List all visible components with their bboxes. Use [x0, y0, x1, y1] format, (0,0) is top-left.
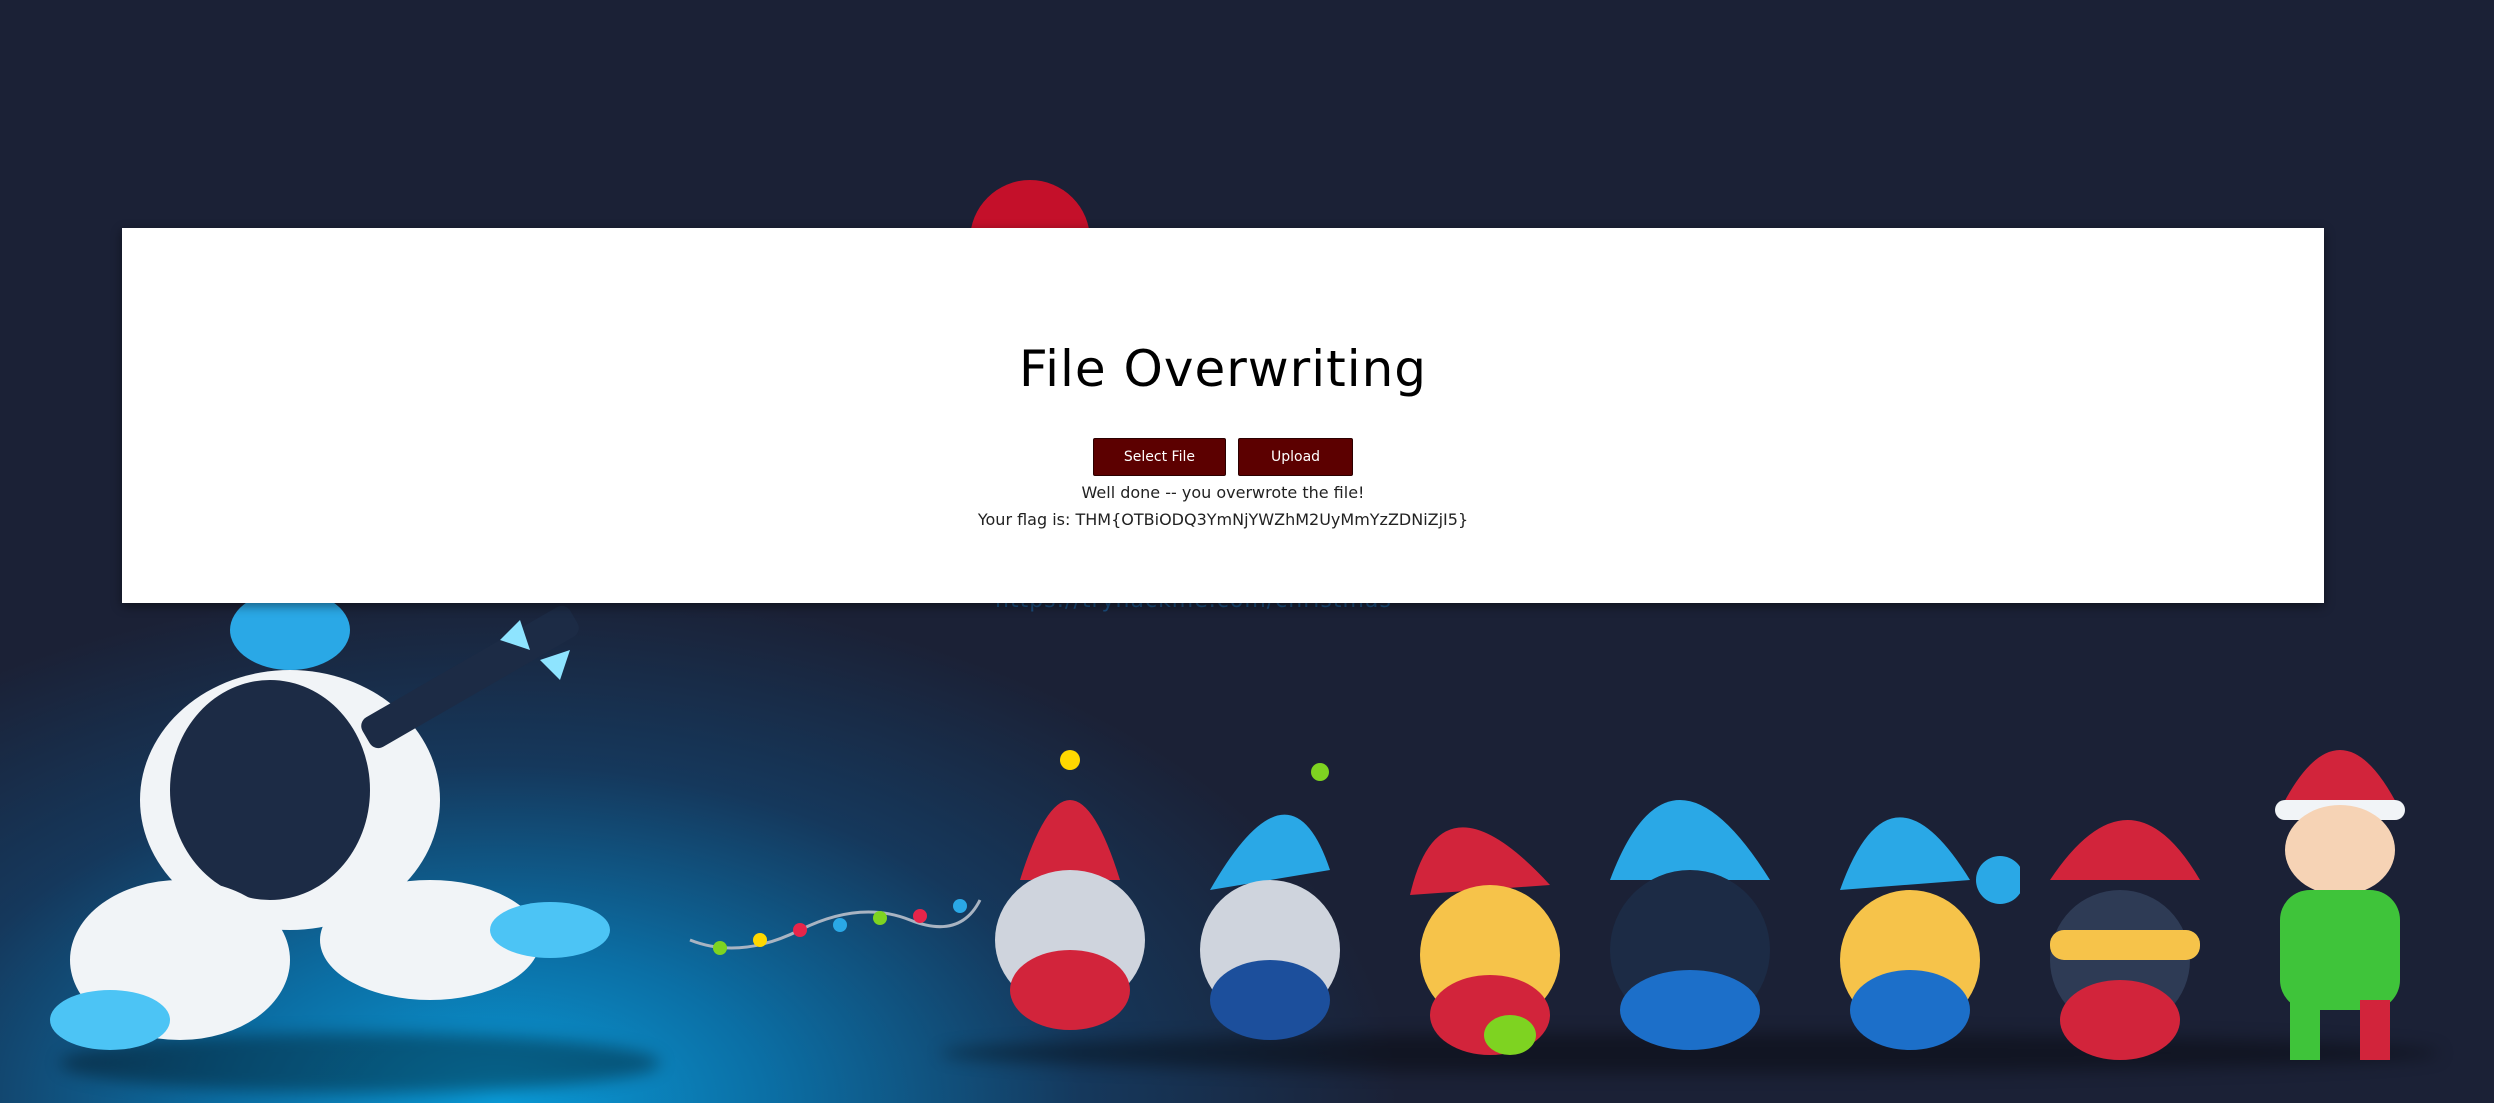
- yeti-illustration-icon: [50, 600, 610, 1050]
- page-title: File Overwriting: [1018, 340, 1428, 398]
- select-file-button[interactable]: Select File: [1092, 438, 1226, 476]
- elf-illustration-icon: [2275, 750, 2405, 1060]
- gnome-wizard-illustration-icon: [1610, 800, 1770, 1050]
- upload-button[interactable]: Upload: [1238, 438, 1354, 476]
- gnome-red-illustration-icon: [995, 750, 1145, 1030]
- gnome-star-illustration-icon: [1410, 827, 1560, 1055]
- string-lights-illustration-icon: [689, 899, 982, 955]
- page-background: https://tryhackme.com/christmas: [0, 0, 2494, 1103]
- gnome-blue-illustration-icon: [1200, 763, 1340, 1040]
- success-message: Well done -- you overwrote the file!: [1081, 483, 1365, 502]
- button-row: Select File Upload: [122, 438, 2324, 476]
- flag-message: Your flag is: THM{OTBiODQ3YmNjYWZhM2UyMm…: [977, 510, 1469, 529]
- gnome-telescope-illustration-icon: [2050, 820, 2200, 1060]
- upload-card: File Overwriting Select File Upload Well…: [122, 228, 2324, 603]
- gnome-yellow-illustration-icon: [1840, 817, 2020, 1050]
